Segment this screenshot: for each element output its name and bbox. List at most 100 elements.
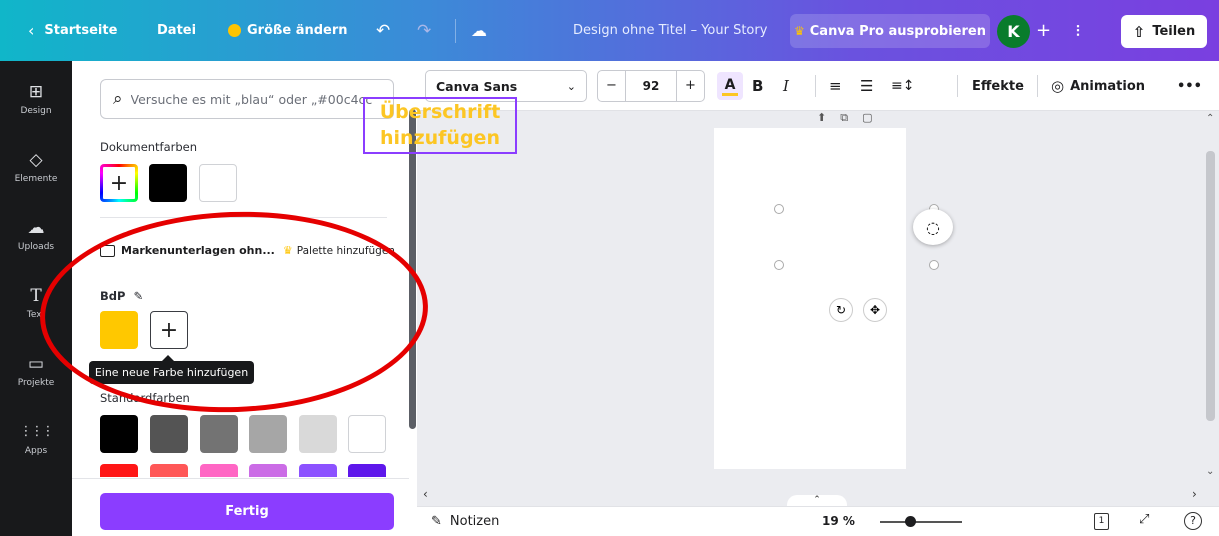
pencil-icon[interactable]: ✎ [133,289,143,303]
page-controls-icon[interactable]: ⬆⧉▢ [817,111,886,125]
standard-color-swatch[interactable] [200,415,238,453]
notes-label: Notizen [449,514,500,529]
rail-item-projekte[interactable]: ▭ Projekte [0,341,72,401]
list-icon[interactable]: ☰ [860,61,873,111]
color-search-input[interactable]: ⌕ Versuche es mit „blau“ oder „#00c4cc [100,79,394,119]
home-label: Startseite [44,23,118,38]
rail-label: Uploads [17,242,55,252]
resize-button[interactable]: Größe ändern [228,0,348,61]
document-title[interactable]: Design ohne Titel – Your Story [573,0,767,61]
toolbar-divider [815,75,816,97]
rail-item-elemente[interactable]: ◇ Elemente [0,137,72,197]
show-pages-button[interactable]: ⌃ [787,495,847,506]
scroll-down-icon[interactable]: ⌄ [1206,466,1214,477]
toolbar-divider [957,75,958,97]
standard-color-swatch[interactable] [299,464,337,477]
pro-label: Canva Pro ausprobieren [809,23,986,39]
document-colors-title: Dokumentfarben [100,140,198,154]
standard-colors-title: Standardfarben [100,391,190,405]
effects-button[interactable]: Effekte [972,61,1024,111]
standard-color-swatch[interactable] [299,415,337,453]
canvas-scrollbar[interactable]: ⌃ ⌄ [1206,111,1215,506]
resize-handle[interactable] [774,260,784,270]
standard-color-swatch[interactable] [150,415,188,453]
font-size-value[interactable]: 92 [626,79,676,93]
text-color-button[interactable]: A [717,61,743,111]
top-bar: ‹ Startseite Datei Größe ändern ↶ ↷ ☁ De… [0,0,1219,61]
rail-item-apps[interactable]: ⋮⋮⋮ Apps [0,409,72,469]
add-document-color-button[interactable]: + [100,164,138,202]
back-chevron-icon: ‹ [28,21,35,40]
selected-text-box[interactable]: Überschrift hinzufügen [363,97,517,154]
undo-icon[interactable]: ↶ [376,0,390,61]
move-icon[interactable]: ✥ [863,298,887,322]
shapes-icon: ◇ [29,150,43,170]
search-icon: ⌕ [113,89,123,109]
done-button[interactable]: Fertig [100,493,394,530]
standard-color-swatch[interactable] [249,464,287,477]
add-new-color-button[interactable]: + [150,311,188,349]
stats-icon[interactable]: ⫶ [1076,0,1080,61]
standard-color-swatch[interactable] [348,415,386,453]
notes-button[interactable]: ✎ Notizen [431,514,499,529]
resize-handle[interactable] [929,260,939,270]
resize-handle[interactable] [774,204,784,214]
zoom-value[interactable]: 19 % [822,514,855,528]
animation-icon: ◎ [1051,77,1065,95]
resize-label: Größe ändern [247,23,348,38]
chevron-down-icon: ⌄ [566,79,576,93]
standard-color-swatch[interactable] [348,464,386,477]
share-button[interactable]: ⇧ Teilen [1121,15,1207,48]
canva-pro-button[interactable]: ♛ Canva Pro ausprobieren [790,14,990,48]
palette-title[interactable]: BdP ✎ [100,289,143,303]
panel-scrollbar[interactable] [409,109,416,429]
zoom-slider[interactable] [880,516,962,527]
standard-color-swatch[interactable] [150,464,188,477]
zoom-slider-thumb[interactable] [905,516,916,527]
align-icon[interactable]: ≡ [829,61,842,111]
animation-button[interactable]: ◎ Animation [1051,61,1145,111]
animation-label: Animation [1070,78,1146,94]
rail-item-text[interactable]: T Text [0,273,72,333]
scroll-right-icon[interactable]: › [1192,487,1197,501]
avatar[interactable]: K [997,15,1030,48]
increase-size-button[interactable]: + [676,71,704,101]
document-color-swatch[interactable] [199,164,237,202]
canvas-scrollbar-thumb[interactable] [1206,151,1215,421]
scroll-up-icon[interactable]: ⌃ [1206,113,1214,124]
rail-item-uploads[interactable]: ☁ Uploads [0,205,72,265]
cloud-upload-icon: ☁ [27,218,45,238]
standard-color-swatch[interactable] [100,415,138,453]
text-color-icon: A [724,76,736,93]
notes-icon: ✎ [431,514,442,529]
rotate-icon[interactable]: ↻ [829,298,853,322]
standard-color-swatch[interactable] [100,464,138,477]
fullscreen-icon[interactable]: ⤢ [1139,512,1149,527]
text-color-bar [722,92,738,96]
cloud-saved-icon[interactable]: ☁ [471,0,487,61]
text-toolbar: Canva Sans ⌄ − 92 + A B I ≡ ☰ ≡↕ Effekte [417,61,1219,111]
bold-button[interactable]: B [752,61,763,111]
plus-icon[interactable]: + [1036,0,1051,61]
standard-colors-row-clip [72,464,409,477]
standard-color-swatch[interactable] [200,464,238,477]
scroll-left-icon[interactable]: ‹ [423,487,428,501]
rail-item-design[interactable]: ⊞ Design [0,69,72,129]
bottom-bar: ✎ Notizen 19 % 1 ⤢ ? [417,506,1219,536]
document-color-swatch[interactable] [149,164,187,202]
palette-color-swatch[interactable] [100,311,138,349]
decrease-size-button[interactable]: − [598,71,626,101]
italic-button[interactable]: I [783,61,789,111]
help-icon[interactable]: ? [1184,512,1202,530]
comment-add-icon[interactable]: ◌ [913,209,953,245]
add-palette-link[interactable]: Palette hinzufügen [297,245,395,257]
standard-color-swatch[interactable] [249,415,287,453]
brand-kit-row[interactable]: Markenunterlagen ohn... ♛ Palette hinzuf… [100,244,395,257]
share-upload-icon: ⇧ [1132,22,1146,41]
file-menu-button[interactable]: Datei [157,0,196,61]
redo-icon[interactable]: ↷ [417,0,431,61]
more-options-icon[interactable]: ••• [1177,61,1202,111]
page-count-icon[interactable]: 1 [1094,513,1109,530]
spacing-icon[interactable]: ≡↕ [891,61,914,111]
home-button[interactable]: ‹ Startseite [28,0,117,61]
